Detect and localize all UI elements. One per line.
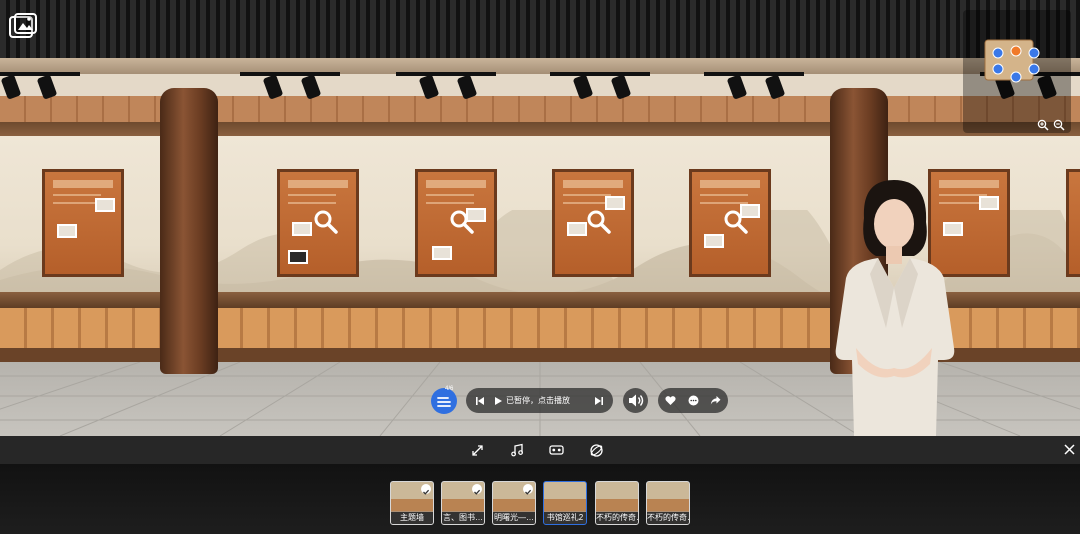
exhibit-poster[interactable]: [689, 169, 771, 277]
scene-thumbnail-label: 言、图书…: [442, 512, 484, 524]
social-actions-bar: [658, 388, 728, 413]
virtual-exhibition-viewer[interactable]: 4/6 已暂停，点击播放 主题墙 言、图书… 明曙光—… 书馆巡礼2 不朽的传奇…: [0, 0, 1080, 534]
audio-player-bar[interactable]: 已暂停，点击播放: [466, 388, 613, 413]
scene-thumbnail-label: 主题墙: [391, 512, 433, 524]
gyroscope-icon[interactable]: [589, 443, 604, 458]
magnify-icon[interactable]: [448, 208, 476, 236]
scene-thumbnail[interactable]: 不朽的传奇…: [595, 481, 639, 525]
exhibit-poster[interactable]: [1066, 169, 1080, 277]
zoom-in-icon[interactable]: [1037, 119, 1049, 131]
track-light: [550, 70, 650, 104]
music-icon[interactable]: [510, 443, 524, 457]
playlist-menu-button[interactable]: 4/6: [431, 386, 457, 414]
minimap[interactable]: [963, 10, 1071, 133]
magnify-icon[interactable]: [312, 208, 340, 236]
scene-thumbnail-bar: [0, 464, 1080, 534]
comment-icon[interactable]: [688, 395, 699, 406]
skip-previous-icon[interactable]: [475, 396, 485, 406]
track-light: [704, 70, 804, 104]
magnify-icon[interactable]: [585, 208, 613, 236]
play-icon[interactable]: [493, 396, 503, 406]
close-icon[interactable]: [1064, 444, 1075, 455]
playback-status-text: 已暂停，点击播放: [506, 396, 570, 405]
skip-next-icon[interactable]: [594, 396, 604, 406]
vr-glasses-icon[interactable]: [549, 444, 564, 456]
exhibit-poster[interactable]: [552, 169, 634, 277]
playlist-position-badge: 4/6: [445, 386, 454, 392]
scene-thumbnail-label: 明曙光—…: [493, 512, 535, 524]
expand-icon[interactable]: [471, 444, 484, 457]
function-toolbar: [0, 436, 1080, 464]
share-icon[interactable]: [710, 395, 721, 406]
track-light: [396, 70, 496, 104]
track-light: [0, 70, 100, 104]
scene-thumbnail[interactable]: 明曙光—…: [492, 481, 536, 525]
scene-thumbnail-label: 不朽的传奇…: [647, 512, 689, 524]
scene-thumbnail[interactable]: 主题墙: [390, 481, 434, 525]
exhibit-poster[interactable]: [277, 169, 359, 277]
exhibit-poster[interactable]: [415, 169, 497, 277]
virtual-guide-avatar[interactable]: [826, 178, 962, 436]
scene-thumbnail[interactable]: 不朽的传奇…: [646, 481, 690, 525]
exhibit-poster[interactable]: [42, 169, 124, 277]
track-light: [240, 70, 340, 104]
image-gallery-icon[interactable]: [8, 12, 38, 40]
minimap-floorplan: [984, 39, 1040, 83]
wood-pillar: [160, 88, 218, 374]
volume-icon: [629, 394, 644, 407]
ceiling: [0, 0, 1080, 62]
magnify-icon[interactable]: [722, 208, 750, 236]
check-icon: [421, 484, 431, 495]
heart-icon[interactable]: [665, 395, 676, 406]
volume-button[interactable]: [623, 388, 648, 413]
scene-thumbnail-label: 书馆巡礼2: [544, 512, 586, 524]
scene-thumbnail-label: 不朽的传奇…: [596, 512, 638, 524]
scene-thumbnail-active[interactable]: 书馆巡礼2: [543, 481, 587, 525]
check-icon: [472, 484, 482, 495]
check-icon: [523, 484, 533, 495]
scene-thumbnail[interactable]: 言、图书…: [441, 481, 485, 525]
zoom-out-icon[interactable]: [1053, 119, 1065, 131]
ceiling-edge: [0, 58, 1080, 74]
